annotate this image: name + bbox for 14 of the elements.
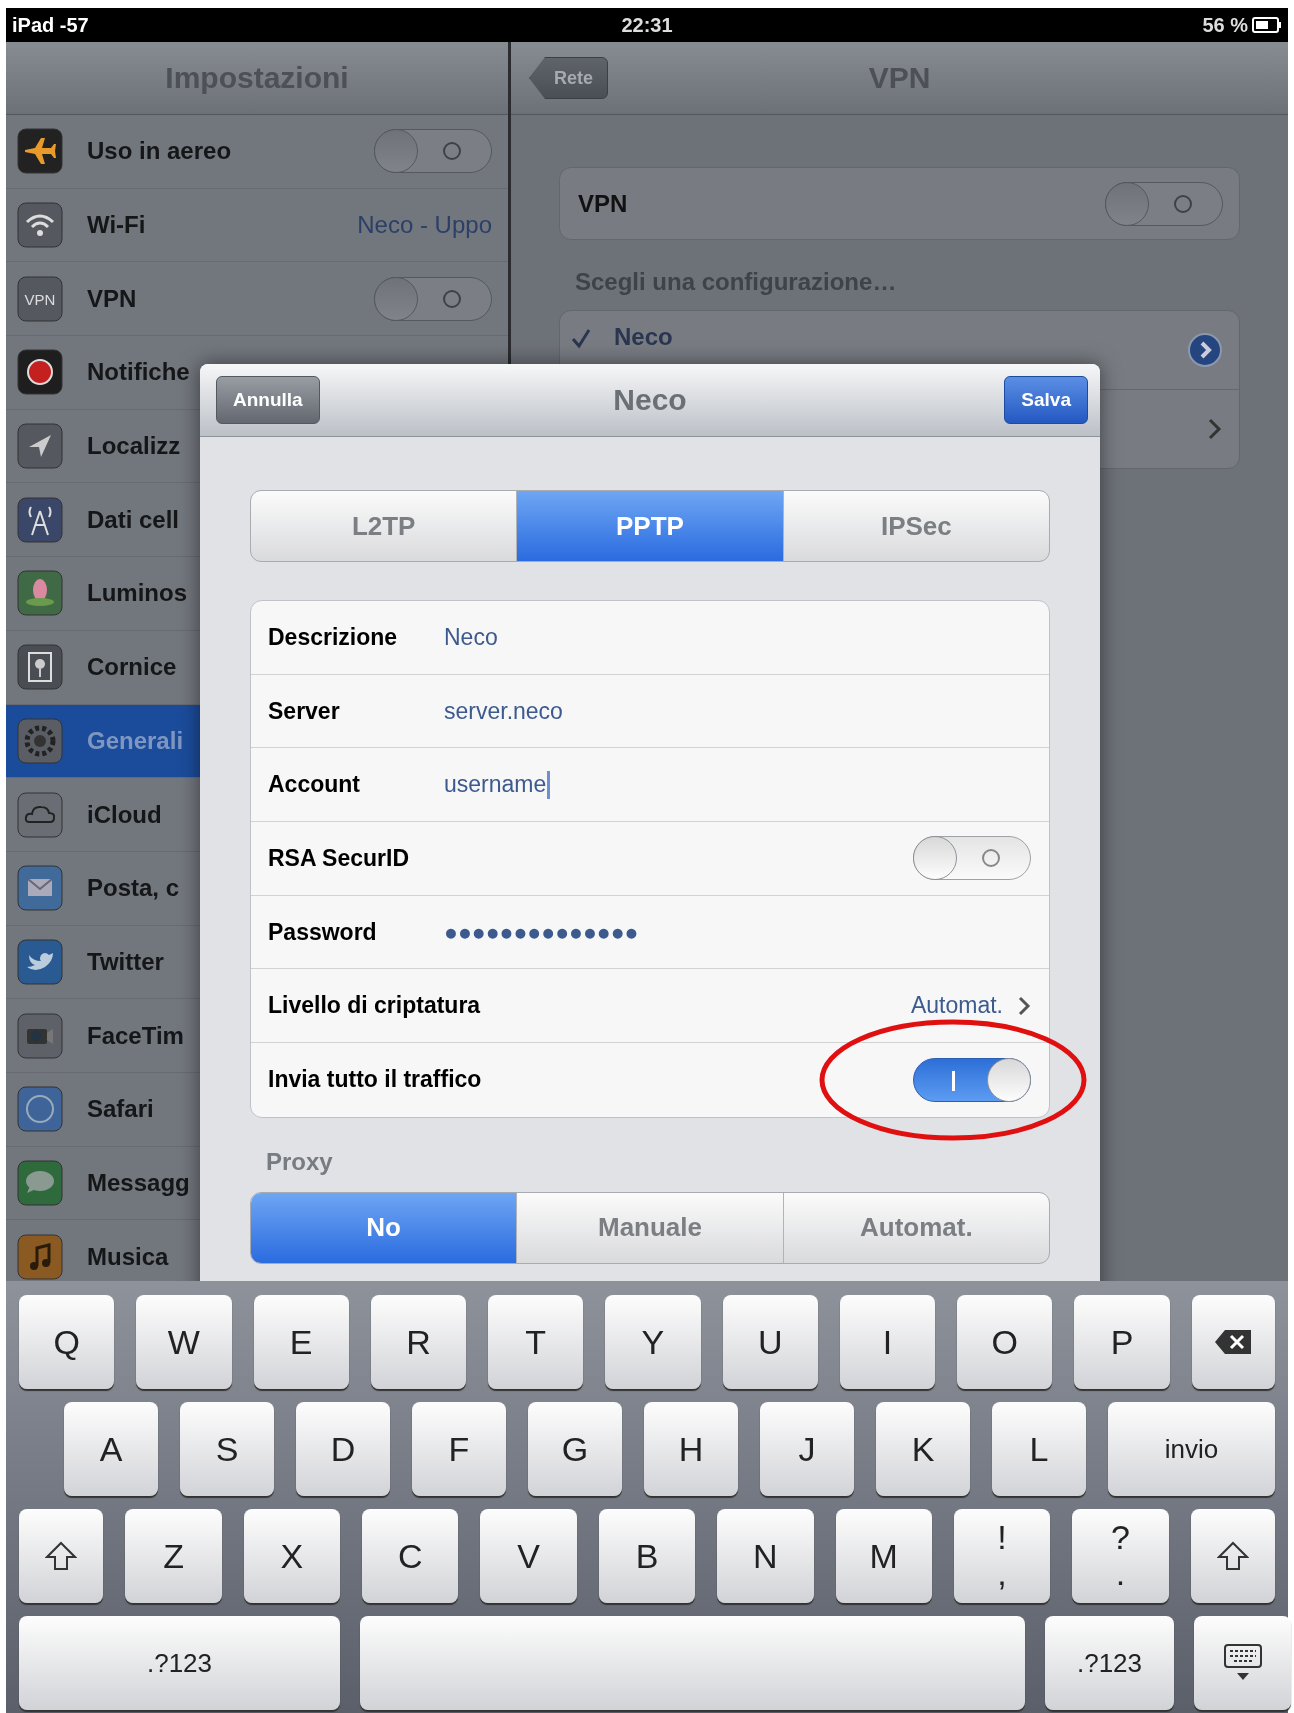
- vpn-icon: VPN: [17, 275, 63, 322]
- clock: 22:31: [621, 13, 673, 37]
- field-label: Password: [268, 918, 378, 946]
- device-name: iPad -57: [12, 13, 89, 37]
- field-label: RSA SecurID: [268, 844, 411, 872]
- field-label: Server: [268, 697, 341, 725]
- field-label: Livello di criptatura: [268, 992, 481, 1020]
- battery-percentage: 56 %: [1202, 13, 1248, 37]
- field-label: Account: [268, 771, 361, 799]
- field-label: Descrizione: [268, 623, 399, 651]
- field-label: Invia tutto il traffico: [268, 1066, 482, 1094]
- section-title: Proxy: [266, 1147, 334, 1176]
- wifi-network-name: Neco - Uppo: [357, 211, 492, 240]
- vpn-label: VPN: [578, 189, 628, 218]
